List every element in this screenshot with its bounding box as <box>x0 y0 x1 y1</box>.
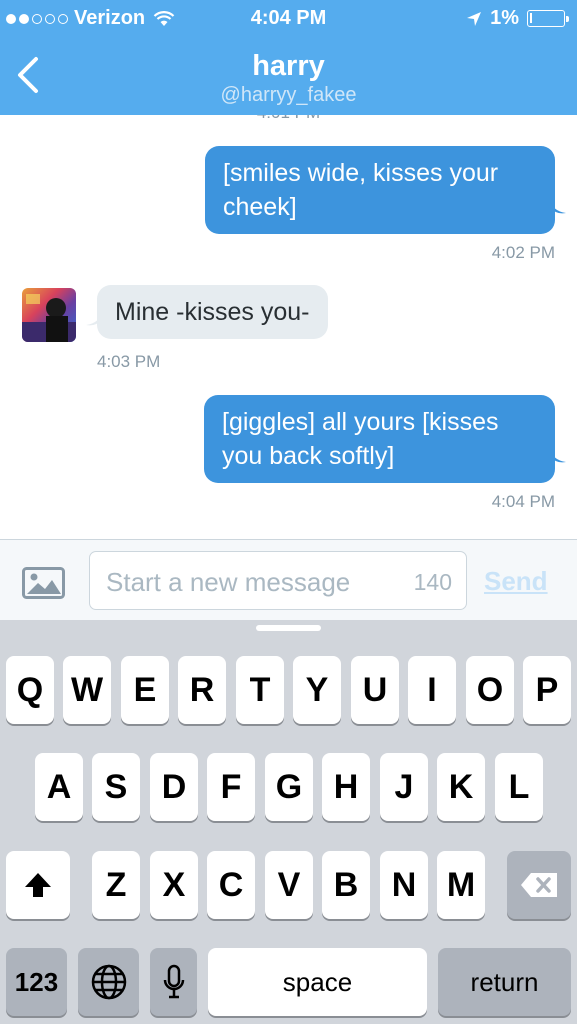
numbers-key[interactable]: 123 <box>6 948 67 1016</box>
message-text: Mine -kisses you- <box>115 298 310 326</box>
key-p[interactable]: P <box>523 656 571 724</box>
space-key[interactable]: space <box>208 948 427 1016</box>
key-l[interactable]: L <box>495 753 543 821</box>
message-timestamp: 4:03 PM <box>97 352 161 371</box>
key-e[interactable]: E <box>121 656 169 724</box>
delete-key[interactable] <box>507 851 571 919</box>
key-n[interactable]: N <box>380 851 428 919</box>
keyboard-grabber[interactable] <box>256 625 321 631</box>
key-c[interactable]: C <box>207 851 255 919</box>
key-w[interactable]: W <box>63 656 111 724</box>
outgoing-message[interactable]: [giggles] all yours [kisses you back sof… <box>204 395 555 483</box>
key-o[interactable]: O <box>466 656 514 724</box>
key-s[interactable]: S <box>92 753 140 821</box>
key-m[interactable]: M <box>437 851 485 919</box>
backspace-icon <box>521 873 557 897</box>
avatar[interactable] <box>22 288 76 342</box>
bubble-tail <box>550 199 566 214</box>
key-x[interactable]: X <box>150 851 198 919</box>
header: Verizon 4:04 PM 1% harry @harryy_fakee <box>0 0 577 115</box>
status-bar: Verizon 4:04 PM 1% <box>0 0 577 38</box>
battery-percent: 1% <box>490 7 519 29</box>
key-r[interactable]: R <box>178 656 226 724</box>
character-counter: 140 <box>413 569 452 595</box>
microphone-icon <box>163 964 184 999</box>
message-placeholder: Start a new message <box>106 567 351 597</box>
key-f[interactable]: F <box>207 753 255 821</box>
shift-arrow-icon <box>25 873 51 897</box>
message-timestamp: 4:04 PM <box>491 492 555 511</box>
key-q[interactable]: Q <box>6 656 54 724</box>
key-h[interactable]: H <box>322 753 370 821</box>
dictation-key[interactable] <box>150 948 197 1016</box>
key-d[interactable]: D <box>150 753 198 821</box>
battery-icon <box>527 10 569 27</box>
photo-icon[interactable] <box>22 567 65 599</box>
key-g[interactable]: G <box>265 753 313 821</box>
key-t[interactable]: T <box>236 656 284 724</box>
message-timestamp: 4:02 PM <box>491 243 555 262</box>
key-z[interactable]: Z <box>92 851 140 919</box>
send-button[interactable]: Send <box>484 566 548 597</box>
keyboard: Q W E R T Y U I O P A S D F G H J K L Z … <box>0 620 577 1024</box>
message-input[interactable]: Start a new message 140 <box>89 551 467 610</box>
key-u[interactable]: U <box>351 656 399 724</box>
key-j[interactable]: J <box>380 753 428 821</box>
incoming-message[interactable]: Mine -kisses you- <box>97 285 328 339</box>
avatar-photo <box>22 294 76 342</box>
conversation-title: harry <box>252 50 325 82</box>
status-right: 1% <box>466 7 569 30</box>
key-b[interactable]: B <box>322 851 370 919</box>
globe-key[interactable] <box>78 948 139 1016</box>
key-y[interactable]: Y <box>293 656 341 724</box>
conversation-thread[interactable]: 4:01 PM [smiles wide, kisses your cheek]… <box>0 115 577 539</box>
return-key[interactable]: return <box>438 948 571 1016</box>
location-arrow-icon <box>467 11 482 26</box>
bubble-tail <box>550 448 566 463</box>
message-text: [smiles wide, kisses your cheek] <box>223 159 499 221</box>
globe-icon <box>91 964 126 1000</box>
shift-key[interactable] <box>6 851 70 919</box>
message-composer: Start a new message 140 Send <box>0 539 577 620</box>
key-k[interactable]: K <box>437 753 485 821</box>
message-text: [giggles] all yours [kisses you back sof… <box>222 408 499 470</box>
key-i[interactable]: I <box>408 656 456 724</box>
conversation-handle: @harryy_fakee <box>220 84 357 106</box>
cut-off-timestamp: 4:01 PM <box>0 115 577 123</box>
key-a[interactable]: A <box>35 753 83 821</box>
outgoing-message[interactable]: [smiles wide, kisses your cheek] <box>205 146 555 234</box>
key-v[interactable]: V <box>265 851 313 919</box>
bubble-tail <box>86 311 102 326</box>
